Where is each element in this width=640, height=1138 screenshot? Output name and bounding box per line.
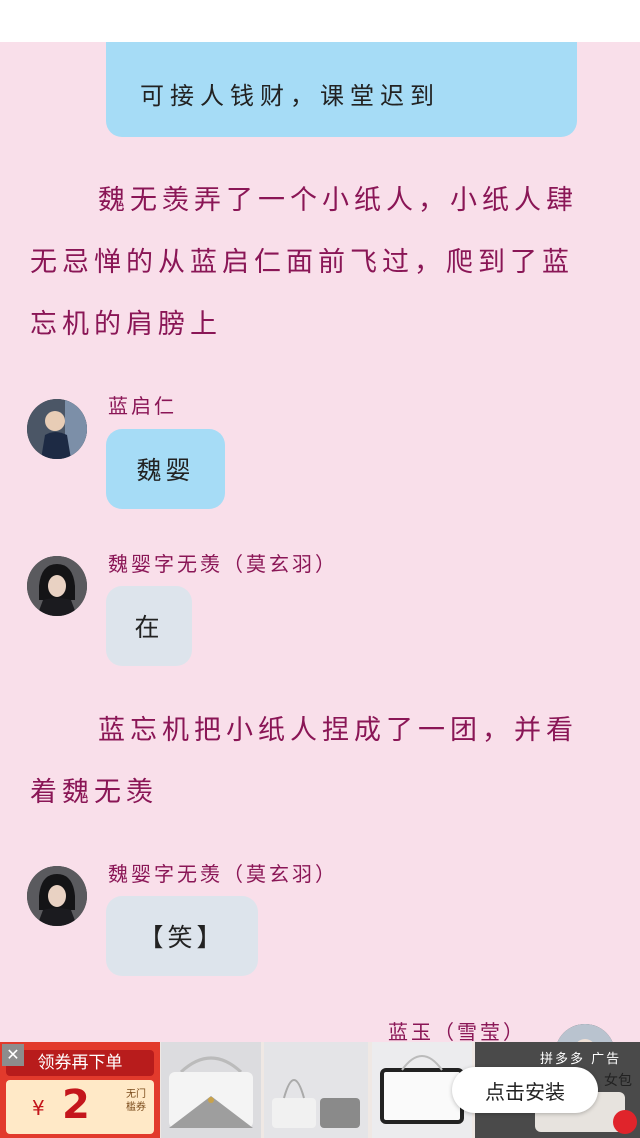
message-bubble-top[interactable]: 可接人钱财，课堂迟到 [106, 30, 577, 137]
ad-product-image[interactable] [161, 1042, 261, 1138]
ad-product-image[interactable] [264, 1042, 368, 1138]
message-text: 魏婴 [136, 456, 195, 485]
coupon-note: 无门槛券 [126, 1089, 146, 1113]
narration-2: 蓝忘机把小纸人捏成了一团，并看着魏无羡 [30, 715, 578, 808]
coupon-currency: ¥ [32, 1096, 45, 1120]
ad-coupon[interactable]: 领券再下单 ¥ 2 无门槛券 [0, 1042, 160, 1138]
ad-tag: 拼多多 广告 [540, 1052, 622, 1067]
coupon-title: 领券再下单 [6, 1050, 154, 1076]
avatar[interactable] [27, 556, 87, 616]
sender-name: 魏婴字无羡（莫玄羽） [108, 552, 338, 576]
coupon-body: ¥ 2 无门槛券 [6, 1080, 154, 1134]
sender-name-right: 蓝玉（雪莹） [388, 1020, 526, 1044]
ad-product-text: 女包 [604, 1073, 632, 1089]
avatar[interactable] [27, 399, 87, 459]
message-bubble[interactable]: 在 [106, 586, 192, 666]
message-bubble[interactable]: 【笑】 [106, 896, 258, 976]
install-button[interactable]: 点击安装 [452, 1067, 598, 1113]
coupon-amount: 2 [62, 1082, 90, 1128]
sender-name: 蓝启仁 [108, 394, 177, 418]
narration-1: 魏无羡弄了一个小纸人，小纸人肆无忌惮的从蓝启仁面前飞过，爬到了蓝忘机的肩膀上 [30, 185, 578, 340]
message-text: 在 [134, 613, 164, 642]
sender-name: 魏婴字无羡（莫玄羽） [108, 862, 338, 886]
message-text: 【笑】 [138, 923, 226, 952]
close-icon[interactable]: ✕ [2, 1044, 24, 1066]
message-bubble[interactable]: 魏婴 [106, 429, 225, 509]
top-mask [0, 0, 640, 42]
avatar[interactable] [27, 866, 87, 926]
message-text: 可接人钱财，课堂迟到 [140, 82, 440, 110]
